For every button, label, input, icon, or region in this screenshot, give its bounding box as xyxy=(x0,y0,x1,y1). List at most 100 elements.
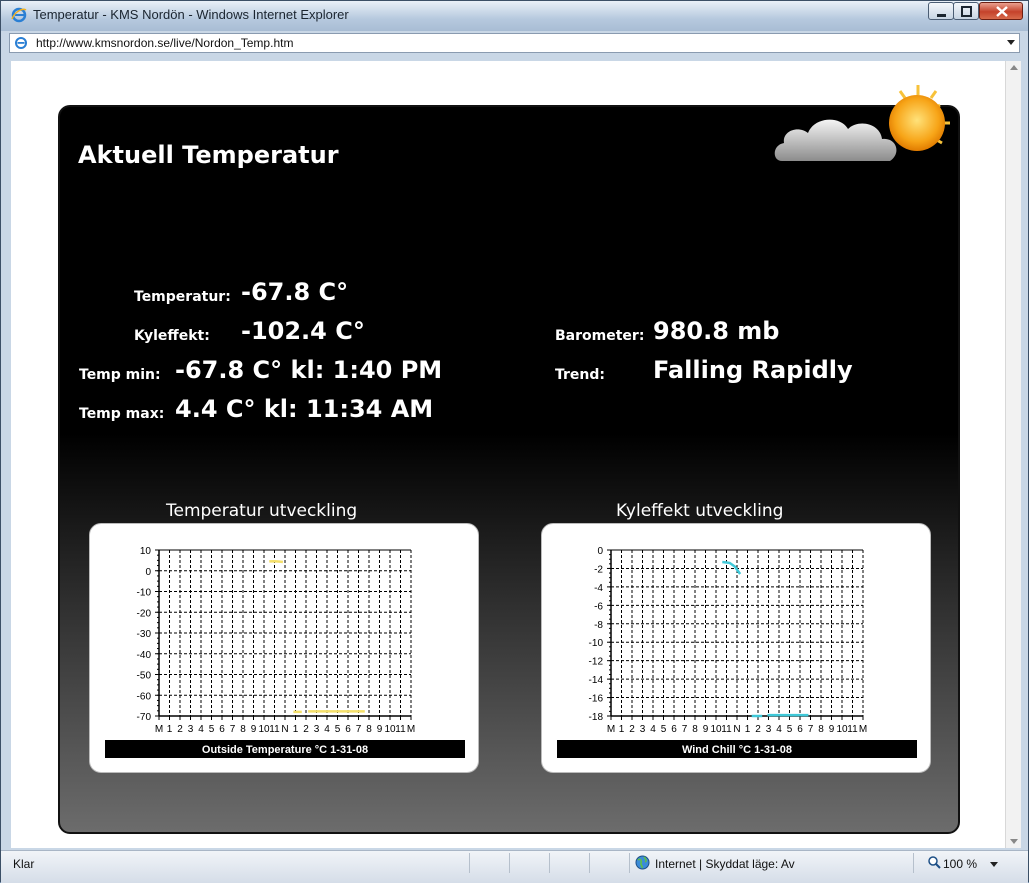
x-tick-label: N xyxy=(281,724,288,735)
status-text: Klar xyxy=(13,857,35,871)
y-tick-label: 0 xyxy=(145,567,151,578)
x-tick-label: 11 xyxy=(847,724,858,735)
wind-chill-label: Kyleffekt: xyxy=(134,328,210,344)
x-tick-label: 11 xyxy=(721,724,732,735)
x-tick-label: 1 xyxy=(745,724,751,735)
ie-logo-icon xyxy=(11,7,27,23)
browser-window: Temperatur - KMS Nordön - Windows Intern… xyxy=(0,0,1029,883)
close-icon xyxy=(996,6,1008,17)
y-tick-label: -10 xyxy=(589,638,604,649)
x-tick-label: 11 xyxy=(269,724,280,735)
security-zone[interactable]: Internet | Skyddat läge: Av xyxy=(655,857,795,871)
globe-icon xyxy=(635,855,650,870)
x-tick-label: 10 xyxy=(384,724,396,735)
url-text: http://www.kmsnordon.se/live/Nordon_Temp… xyxy=(36,36,294,50)
x-tick-label: 1 xyxy=(619,724,625,735)
x-tick-label: 4 xyxy=(324,724,330,735)
maximize-icon xyxy=(961,6,972,17)
x-tick-label: 9 xyxy=(251,724,257,735)
maximize-button[interactable] xyxy=(953,2,979,20)
x-tick-label: 9 xyxy=(703,724,709,735)
title-bar[interactable]: Temperatur - KMS Nordön - Windows Intern… xyxy=(1,1,1028,31)
page-content: Aktuell Temperatur Temperatur: -67.8 C° … xyxy=(11,61,1005,848)
y-tick-label: -12 xyxy=(589,657,604,668)
x-tick-label: 8 xyxy=(692,724,698,735)
address-bar[interactable]: http://www.kmsnordon.se/live/Nordon_Temp… xyxy=(9,33,1020,53)
x-tick-label: 3 xyxy=(640,724,646,735)
wind-chill-chart: 0 -2 -4 -6 -8 -10 -12 -14 -16 -18 M 1 2 3 4 5 6 7 8 9 10 11 N 1… xyxy=(541,523,931,773)
vertical-scrollbar[interactable] xyxy=(1005,61,1021,848)
close-button[interactable] xyxy=(979,2,1023,20)
wind-chill-chart-title: Kyleffekt utveckling xyxy=(616,501,784,521)
chevron-down-icon[interactable] xyxy=(1007,40,1015,45)
y-tick-label: -20 xyxy=(137,608,152,619)
temp-min-label: Temp min: xyxy=(79,367,161,383)
temp-max-value: 4.4 C° kl: 11:34 AM xyxy=(175,395,434,423)
zoom-level[interactable]: 100 % xyxy=(943,857,977,871)
temperature-label: Temperatur: xyxy=(134,289,231,305)
x-tick-label: N xyxy=(733,724,740,735)
partly-cloudy-icon xyxy=(774,85,950,161)
x-tick-label: M xyxy=(859,724,867,735)
x-tick-label: 2 xyxy=(629,724,635,735)
x-tick-label: 2 xyxy=(303,724,309,735)
x-tick-label: 4 xyxy=(776,724,782,735)
x-tick-label: 7 xyxy=(356,724,362,735)
y-tick-label: -18 xyxy=(589,712,604,723)
x-tick-label: 11 xyxy=(395,724,406,735)
chart-footer-label: Outside Temperature °C 1-31-08 xyxy=(202,744,368,756)
x-tick-label: M xyxy=(155,724,163,735)
x-tick-label: 7 xyxy=(808,724,814,735)
minimize-button[interactable] xyxy=(928,2,954,20)
x-tick-label: 6 xyxy=(797,724,803,735)
minimize-icon xyxy=(937,14,946,17)
x-tick-label: 6 xyxy=(671,724,677,735)
page-title: Aktuell Temperatur xyxy=(78,141,339,169)
x-tick-label: 9 xyxy=(829,724,835,735)
x-tick-label: 5 xyxy=(787,724,793,735)
y-tick-label: -16 xyxy=(589,694,604,705)
x-tick-label: 7 xyxy=(230,724,236,735)
x-tick-label: 5 xyxy=(335,724,341,735)
x-tick-label: 2 xyxy=(755,724,761,735)
x-tick-label: M xyxy=(607,724,615,735)
x-tick-label: 8 xyxy=(240,724,246,735)
temperature-value: -67.8 C° xyxy=(241,278,349,306)
x-tick-label: 3 xyxy=(188,724,194,735)
x-tick-label: 10 xyxy=(258,724,270,735)
x-tick-label: 4 xyxy=(650,724,656,735)
wind-chill-value: -102.4 C° xyxy=(241,317,365,345)
x-tick-label: 2 xyxy=(177,724,183,735)
temperature-chart-title: Temperatur utveckling xyxy=(166,501,358,521)
x-tick-label: 8 xyxy=(366,724,372,735)
trend-label: Trend: xyxy=(555,367,605,383)
chevron-down-icon[interactable] xyxy=(990,862,998,867)
x-tick-label: 9 xyxy=(377,724,383,735)
y-tick-label: -70 xyxy=(137,712,152,723)
y-tick-label: -2 xyxy=(594,564,603,575)
y-tick-label: -30 xyxy=(137,629,152,640)
page-icon xyxy=(15,37,27,49)
zoom-icon[interactable] xyxy=(928,856,941,869)
barometer-label: Barometer: xyxy=(555,328,645,344)
x-tick-label: 7 xyxy=(682,724,688,735)
x-tick-label: 8 xyxy=(818,724,824,735)
y-tick-label: -60 xyxy=(137,691,152,702)
y-tick-label: -6 xyxy=(594,601,603,612)
wind-chill-chart-svg: 0-2-4-6-8-10-12-14-16-18M 1 2 3 4 5 6 7 8 9 10 11 N 1… xyxy=(557,546,917,758)
x-tick-label: M xyxy=(407,724,415,735)
temperature-chart: 10 0 -10 -20 -30 -40 -50 -60 -70 M 1 2 3 4 5 6 7 8 9 10 11 N 1… xyxy=(89,523,479,773)
scroll-down-icon[interactable] xyxy=(1010,839,1018,844)
y-tick-label: 10 xyxy=(140,546,152,557)
y-tick-label: -14 xyxy=(589,675,604,686)
x-tick-label: 3 xyxy=(314,724,320,735)
y-tick-label: 0 xyxy=(597,546,603,557)
barometer-value: 980.8 mb xyxy=(653,317,780,345)
y-tick-label: -40 xyxy=(137,650,152,661)
x-tick-label: 5 xyxy=(661,724,667,735)
series-line xyxy=(269,559,284,564)
scroll-up-icon[interactable] xyxy=(1010,65,1018,70)
x-tick-label: 10 xyxy=(836,724,848,735)
x-tick-label: 1 xyxy=(293,724,299,735)
temperature-chart-svg: 100-10-20-30-40-50-60-70M 1 2 3 4 5 6 7 8 9 10 11 N 1… xyxy=(105,546,465,758)
